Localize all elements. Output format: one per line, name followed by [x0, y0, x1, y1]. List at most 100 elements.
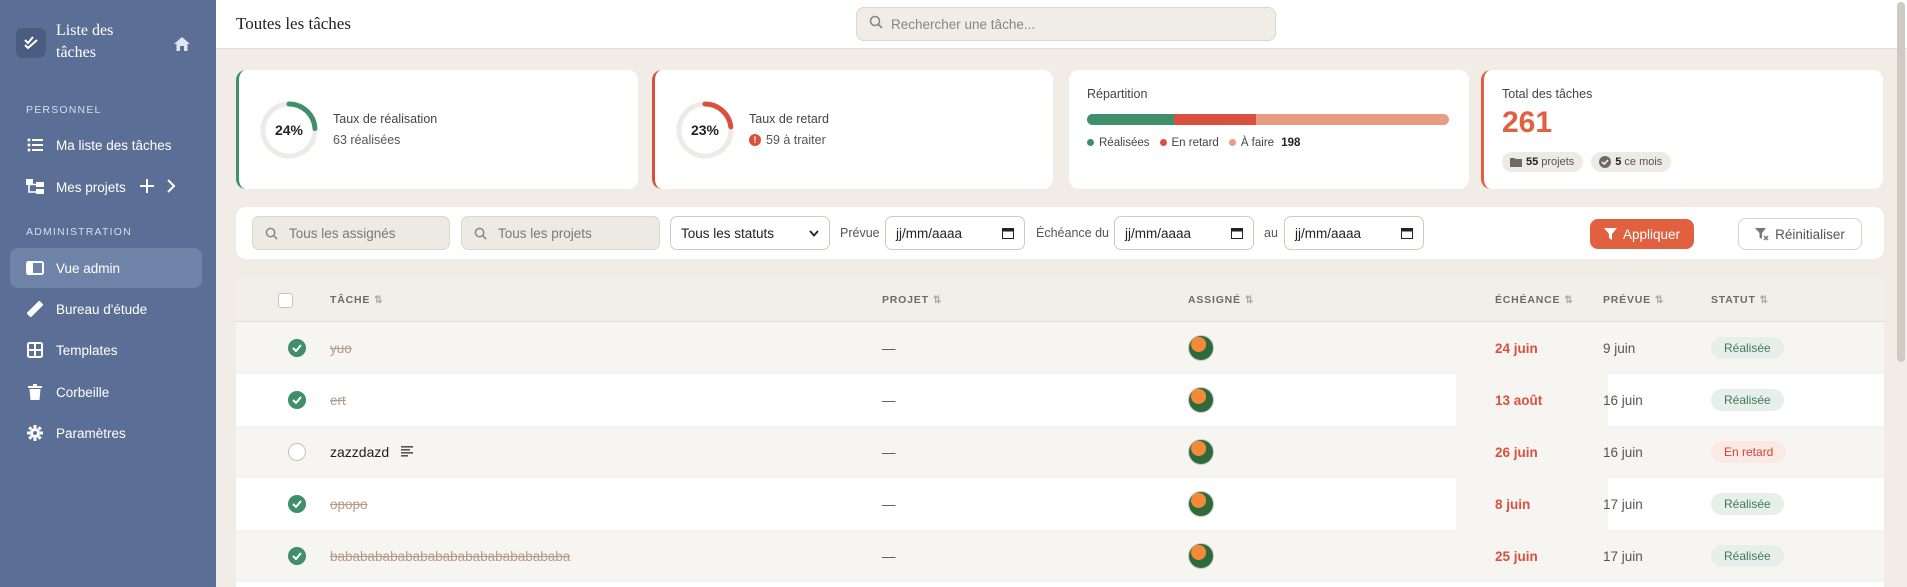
folder-icon: [1510, 158, 1522, 167]
sort-icon: ⇅: [932, 294, 942, 306]
row-highlight: [1456, 478, 1608, 530]
late-sub: ! 59 à traiter: [749, 133, 826, 147]
assignee-filter[interactable]: Tous les assignés: [252, 216, 450, 250]
filter-icon: [1603, 227, 1617, 240]
status-badge: Réalisée: [1711, 493, 1784, 515]
done-check-icon[interactable]: [288, 391, 306, 409]
done-check-icon[interactable]: [288, 547, 306, 565]
column-due[interactable]: ÉCHÉANCE ⇅: [1495, 294, 1574, 306]
task-planned: 17 juin: [1603, 496, 1643, 512]
task-project: —: [882, 496, 896, 512]
task-project: —: [882, 392, 896, 408]
table-row[interactable]: yuo — 24 juin 9 juin Réalisée: [236, 322, 1884, 374]
list-icon: [26, 136, 44, 154]
column-planned[interactable]: PRÉVUE ⇅: [1603, 294, 1664, 306]
checklist-logo-icon: [16, 28, 46, 58]
project-filter[interactable]: Tous les projets: [461, 216, 660, 250]
task-name[interactable]: babababababababababababababababa: [330, 530, 570, 582]
sidebar-item-design-office[interactable]: Bureau d'étude: [10, 289, 202, 329]
column-status[interactable]: STATUT ⇅: [1711, 294, 1769, 306]
section-label-personnel: PERSONNEL: [26, 104, 102, 116]
select-all-checkbox[interactable]: [278, 293, 293, 308]
reset-button[interactable]: Réinitialiser: [1738, 218, 1862, 250]
search-input[interactable]: Rechercher une tâche...: [856, 7, 1276, 41]
sidebar-item-my-tasks[interactable]: Ma liste des tâches: [10, 125, 202, 165]
late-rate-card: 23% Taux de retard ! 59 à traiter: [652, 70, 1053, 189]
task-name[interactable]: ert: [330, 374, 346, 426]
avatar[interactable]: [1188, 491, 1214, 517]
column-task[interactable]: TÂCHE ⇅: [330, 294, 383, 306]
home-icon[interactable]: [170, 32, 194, 56]
legend-done: Réalisées: [1087, 137, 1150, 149]
calendar-icon: [1002, 228, 1014, 239]
due-from-date-input[interactable]: jj/mm/aaaa: [1114, 216, 1254, 250]
warning-icon: !: [749, 134, 761, 146]
total-value: 261: [1502, 106, 1553, 139]
status-select[interactable]: Tous les statuts: [670, 216, 830, 250]
avatar[interactable]: [1188, 387, 1214, 413]
task-name[interactable]: opopo: [330, 478, 368, 530]
todo-check-icon[interactable]: [288, 443, 306, 461]
status-badge: Réalisée: [1711, 337, 1784, 359]
table-row[interactable]: opopo — 8 juin 17 juin Réalisée: [236, 478, 1884, 530]
section-label-administration: ADMINISTRATION: [26, 226, 132, 238]
search-icon: [265, 227, 278, 240]
sidebar-item-settings[interactable]: Paramètres: [10, 413, 202, 453]
ruler-icon: [26, 300, 44, 318]
tasks-table: TÂCHE ⇅ PROJET ⇅ ASSIGNÉ ⇅ ÉCHÉANCE ⇅ PRÉVUE…: [236, 278, 1884, 587]
task-due: 24 juin: [1495, 340, 1538, 356]
avatar[interactable]: [1188, 335, 1214, 361]
distribution-segment: [1256, 114, 1449, 125]
done-check-icon[interactable]: [288, 495, 306, 513]
legend-todo: À faire 198: [1228, 137, 1300, 149]
brand[interactable]: Liste des tâches: [16, 20, 136, 64]
sidebar-item-trash[interactable]: Corbeille: [10, 372, 202, 412]
total-tasks-card: Total des tâches 261 55 projets 5 ce mois: [1481, 70, 1883, 189]
avatar[interactable]: [1188, 543, 1214, 569]
distribution-card: Répartition Réalisées En retard À faire …: [1069, 70, 1469, 189]
done-check-icon[interactable]: [288, 339, 306, 357]
task-project: —: [882, 444, 896, 460]
month-chip: 5 ce mois: [1591, 152, 1672, 172]
task-planned: 16 juin: [1603, 444, 1643, 460]
task-name[interactable]: yuo: [330, 322, 352, 374]
apply-button[interactable]: Appliquer: [1590, 219, 1694, 249]
projects-icon: [26, 178, 44, 196]
task-project: —: [882, 340, 896, 356]
sidebar-item-label: Vue admin: [56, 260, 121, 276]
task-due: 25 juin: [1495, 548, 1538, 564]
chevron-down-icon: [809, 229, 819, 237]
planned-date-input[interactable]: jj/mm/aaaa: [885, 216, 1025, 250]
sidebar-item-label: Templates: [56, 342, 118, 358]
chevron-right-icon[interactable]: [166, 178, 176, 196]
completion-percent: 24%: [274, 122, 304, 138]
sidebar-item-my-projects[interactable]: Mes projets: [10, 167, 202, 207]
column-project[interactable]: PROJET ⇅: [882, 294, 942, 306]
task-due: 26 juin: [1495, 444, 1538, 460]
gear-icon: [26, 424, 44, 442]
sidebar-item-admin-view[interactable]: Vue admin: [10, 248, 202, 288]
legend-late: En retard: [1159, 137, 1219, 149]
due-from-label: Échéance du: [1036, 226, 1109, 240]
due-to-date-input[interactable]: jj/mm/aaaa: [1284, 216, 1424, 250]
distribution-segment: [1174, 114, 1257, 125]
due-to-label: au: [1264, 226, 1278, 240]
clear-filter-icon: [1755, 227, 1769, 241]
distribution-title: Répartition: [1087, 87, 1148, 101]
sidebar-item-label: Corbeille: [56, 384, 110, 400]
late-sub-text: 59 à traiter: [766, 133, 826, 147]
table-row[interactable]: babababababababababababababababa — 25 ju…: [236, 530, 1884, 582]
sidebar: Liste des tâches PERSONNEL Ma liste des …: [0, 0, 216, 587]
add-project-icon[interactable]: [139, 178, 154, 196]
calendar-icon: [1231, 228, 1243, 239]
task-planned: 17 juin: [1603, 548, 1643, 564]
table-row[interactable]: ert — 13 août 16 juin Réalisée: [236, 374, 1884, 426]
sidebar-item-templates[interactable]: Templates: [10, 330, 202, 370]
avatar[interactable]: [1188, 439, 1214, 465]
column-assignee[interactable]: ASSIGNÉ ⇅: [1188, 294, 1254, 306]
task-name[interactable]: zazzdazd: [330, 426, 414, 478]
task-planned: 16 juin: [1603, 392, 1643, 408]
admin-view-icon: [26, 259, 44, 277]
table-row[interactable]: zazzdazd — 26 juin 16 juin En retard: [236, 426, 1884, 478]
page-scrollbar[interactable]: [1897, 2, 1905, 362]
